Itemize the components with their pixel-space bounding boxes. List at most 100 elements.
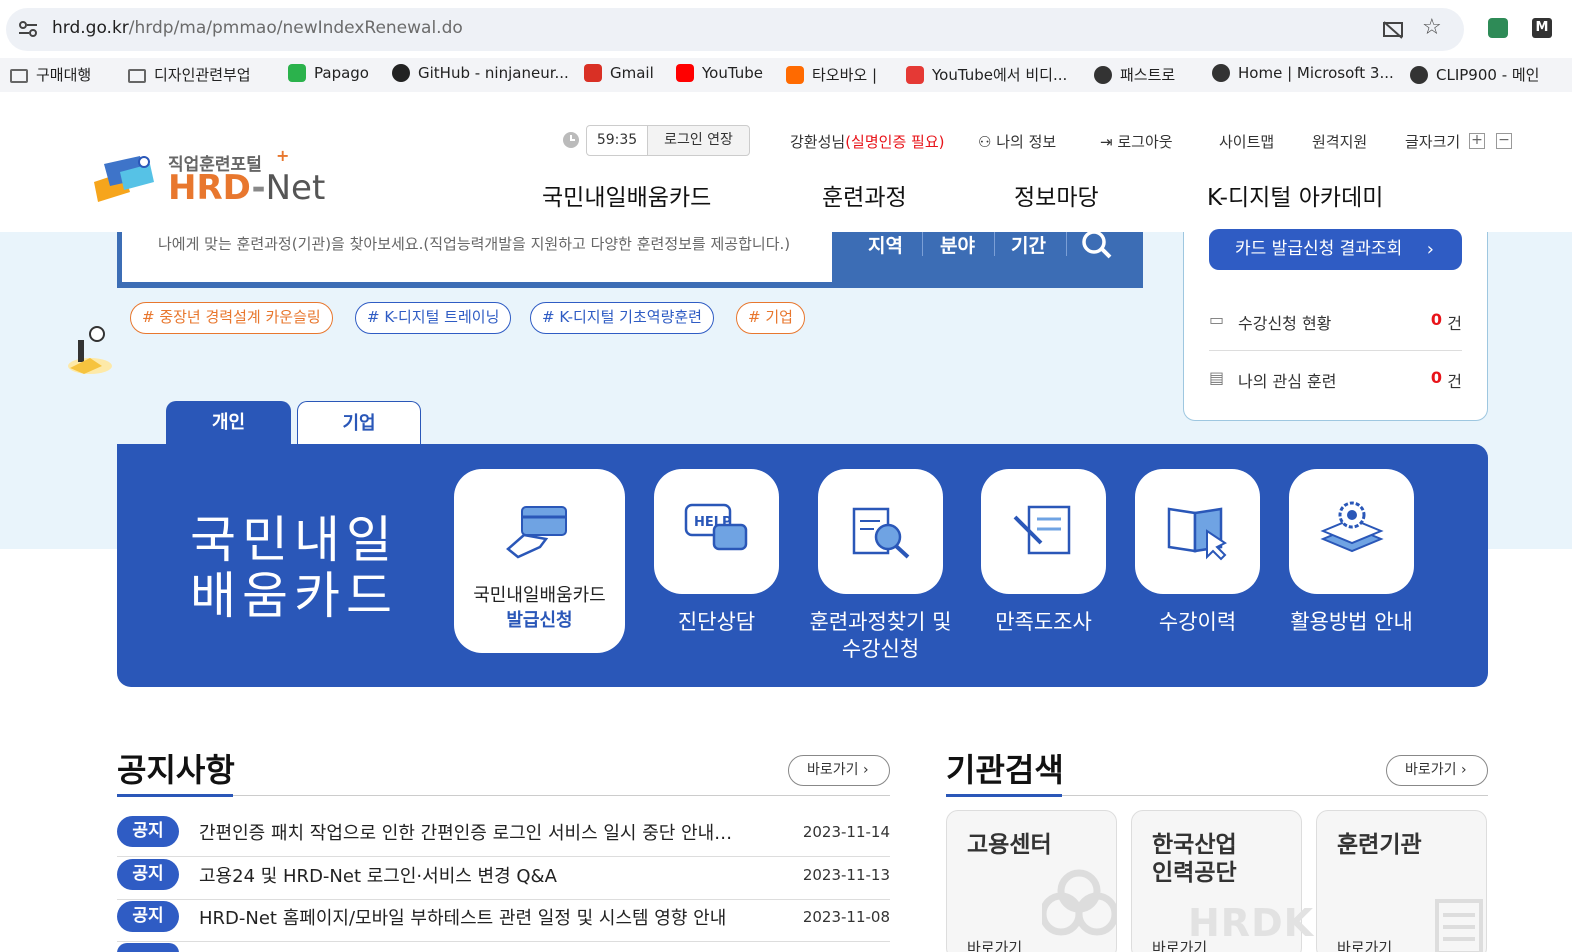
help-chat-icon: HELP [684, 503, 748, 551]
card-result-label: 카드 발급신청 결과조회 [1235, 239, 1403, 259]
extend-login-button[interactable]: 로그인 연장 [647, 125, 750, 156]
card-result-button[interactable]: 카드 발급신청 결과조회 › [1209, 229, 1462, 270]
interest-courses-row[interactable]: ▤ 나의 관심 훈련 0 건 [1209, 367, 1462, 397]
counseling-button[interactable]: HELP [654, 469, 779, 594]
filter-region-button[interactable]: 지역 [868, 231, 903, 258]
card-issue-line2: 발급신청 [506, 610, 573, 631]
panel-title: 국민내일 배움카드 [190, 511, 398, 625]
card-issue-button[interactable]: 국민내일배움카드 발급신청 [454, 469, 625, 653]
interest-courses-label: 나의 관심 훈련 [1238, 372, 1337, 391]
monitor-icon: ▭ [1209, 310, 1225, 329]
card-link[interactable]: 바로가기 [967, 937, 1022, 952]
bookmark-item[interactable]: GitHub - ninjaneur... [392, 64, 569, 82]
notice-row[interactable]: 공지 고용24 및 HRD-Net 로그인·서비스 변경 Q&A 2023-11… [117, 858, 890, 900]
sitemap-link[interactable]: 사이트맵 [1219, 131, 1274, 152]
bookmark-item[interactable]: 타오바오 | [786, 64, 877, 85]
my-info-label: 나의 정보 [996, 133, 1057, 151]
bookmark-item[interactable]: Home | Microsoft 3... [1212, 64, 1394, 82]
bookmark-item[interactable]: 구매대행 [10, 64, 91, 85]
nav-k-digital[interactable]: K-디지털 아카데미 [1207, 178, 1383, 212]
guide-button[interactable] [1289, 469, 1414, 594]
notices-more-button[interactable]: 바로가기 › [788, 755, 890, 786]
survey-button[interactable] [981, 469, 1106, 594]
bookmark-item[interactable]: YouTube에서 비디... [906, 64, 1067, 85]
identity-verify-link[interactable]: (실명인증 필요) [845, 133, 944, 151]
notices-more-label: 바로가기 [807, 762, 859, 778]
font-decrease-button[interactable]: − [1496, 133, 1512, 149]
chevron-right-icon: › [862, 762, 869, 778]
nav-national-card[interactable]: 국민내일배움카드 [542, 178, 711, 212]
bookmark-item[interactable]: YouTube [676, 64, 763, 82]
hashtag-k-digital-training[interactable]: # K-디지털 트레이닝 [355, 302, 512, 334]
bookmark-item[interactable]: Gmail [584, 64, 654, 82]
filter-period-button[interactable]: 기간 [1011, 231, 1046, 258]
youtube-icon [676, 64, 694, 82]
clock-icon [563, 132, 579, 148]
notice-date: 2023-11-13 [802, 866, 890, 884]
logout-link[interactable]: ⇥ 로그아웃 [1100, 131, 1173, 152]
my-info-link[interactable]: ⚇ 나의 정보 [978, 131, 1056, 152]
nav-info[interactable]: 정보마당 [1014, 178, 1099, 212]
hashtag-company[interactable]: # 기업 [736, 302, 805, 334]
title-underline [946, 794, 1062, 797]
font-increase-button[interactable]: + [1469, 133, 1485, 149]
logout-icon: ⇥ [1100, 133, 1113, 151]
mascot-illustration-icon [68, 326, 112, 374]
notice-title[interactable]: 고용24 및 HRD-Net 로그인·서비스 변경 Q&A [199, 862, 759, 888]
tab-company[interactable]: 기업 [297, 401, 421, 445]
bookmark-item[interactable]: CLIP900 - 메인 [1410, 64, 1539, 85]
site-settings-icon[interactable] [18, 20, 38, 38]
institutions-more-button[interactable]: 바로가기 › [1386, 755, 1488, 786]
institutions-title: 기관검색 [946, 751, 1064, 789]
remote-support-link[interactable]: 원격지원 [1312, 131, 1367, 152]
extension-m-icon[interactable]: M [1532, 18, 1552, 38]
nav-courses[interactable]: 훈련과정 [822, 178, 907, 212]
notice-title[interactable]: 간편인증 패치 작업으로 인한 간편인증 로그인 서비스 일시 중단 안내… [199, 819, 759, 845]
logo-plus-icon: + [276, 146, 290, 165]
url-host: hrd.go.kr [52, 18, 129, 38]
bookmark-star-icon[interactable]: ☆ [1422, 15, 1442, 40]
filter-field-button[interactable]: 분야 [940, 231, 975, 258]
enrollment-status-row[interactable]: ▭ 수강신청 현황 0 건 [1209, 308, 1462, 351]
hashtag-k-digital-basic[interactable]: # K-디지털 기초역량훈련 [530, 302, 714, 334]
bookmark-label: Home | Microsoft 3... [1238, 64, 1394, 82]
card-link[interactable]: 바로가기 [1152, 937, 1207, 952]
search-icon[interactable] [1081, 229, 1113, 259]
card-title: 훈련기관 [1337, 832, 1422, 858]
person-icon: ⚇ [978, 133, 992, 151]
survey-label[interactable]: 만족도조사 [981, 609, 1106, 636]
globe-icon [1094, 65, 1112, 84]
logout-label: 로그아웃 [1117, 133, 1173, 151]
card-title: 고용센터 [967, 832, 1052, 858]
globe-icon [1410, 65, 1428, 84]
institutions-more-label: 바로가기 [1405, 762, 1457, 778]
course-search-button[interactable] [818, 469, 943, 594]
folder-icon [10, 68, 28, 83]
cast-off-icon[interactable] [1382, 20, 1404, 40]
bookmark-item[interactable]: Papago [288, 64, 369, 82]
notice-row[interactable]: 공지 간편인증 패치 작업으로 인한 간편인증 로그인 서비스 일시 중단 안내… [117, 815, 890, 857]
guide-label[interactable]: 활용방법 안내 [1280, 609, 1423, 636]
extension-icon[interactable] [1488, 18, 1508, 38]
employment-center-card[interactable]: 고용센터 바로가기 [946, 810, 1117, 952]
bookmark-item[interactable]: 디자인관련부업 [128, 64, 251, 85]
hrdk-card[interactable]: 한국산업 인력공단 HRDK 바로가기 [1131, 810, 1313, 952]
course-search-label[interactable]: 훈련과정찾기 및 수강신청 [796, 609, 965, 663]
tab-individual[interactable]: 개인 [166, 401, 291, 445]
history-button[interactable] [1135, 469, 1260, 594]
notice-row[interactable]: 공지 HRD-Net 홈페이지/모바일 부하테스트 관련 일정 및 시스템 영향… [117, 900, 890, 942]
bookmark-item[interactable]: 패스트로 [1094, 64, 1175, 85]
notice-badge-partial [117, 943, 179, 952]
search-input[interactable]: 나에게 맞는 훈련과정(기관)을 찾아보세요.(직업능력개발을 지원하고 다양한… [122, 232, 832, 282]
hashtag-career-counseling[interactable]: # 중장년 경력설계 카운슬링 [130, 302, 333, 334]
history-label[interactable]: 수강이력 [1135, 609, 1260, 636]
training-institution-card[interactable]: 훈련기관 바로가기 [1316, 810, 1487, 952]
card-link[interactable]: 바로가기 [1337, 937, 1392, 952]
hrd-net-logo[interactable]: 직업훈련포털 + HRD-Net [90, 146, 335, 210]
document-search-icon [852, 507, 910, 559]
address-url[interactable]: hrd.go.kr/hrdp/ma/pmmao/newIndexRenewal.… [52, 18, 463, 38]
counseling-label[interactable]: 진단상담 [654, 609, 779, 636]
notice-title[interactable]: HRD-Net 홈페이지/모바일 부하테스트 관련 일정 및 시스템 영향 안내 [199, 904, 759, 930]
user-greeting: 강환성님(실명인증 필요) [790, 131, 944, 152]
notice-badge: 공지 [117, 816, 179, 847]
